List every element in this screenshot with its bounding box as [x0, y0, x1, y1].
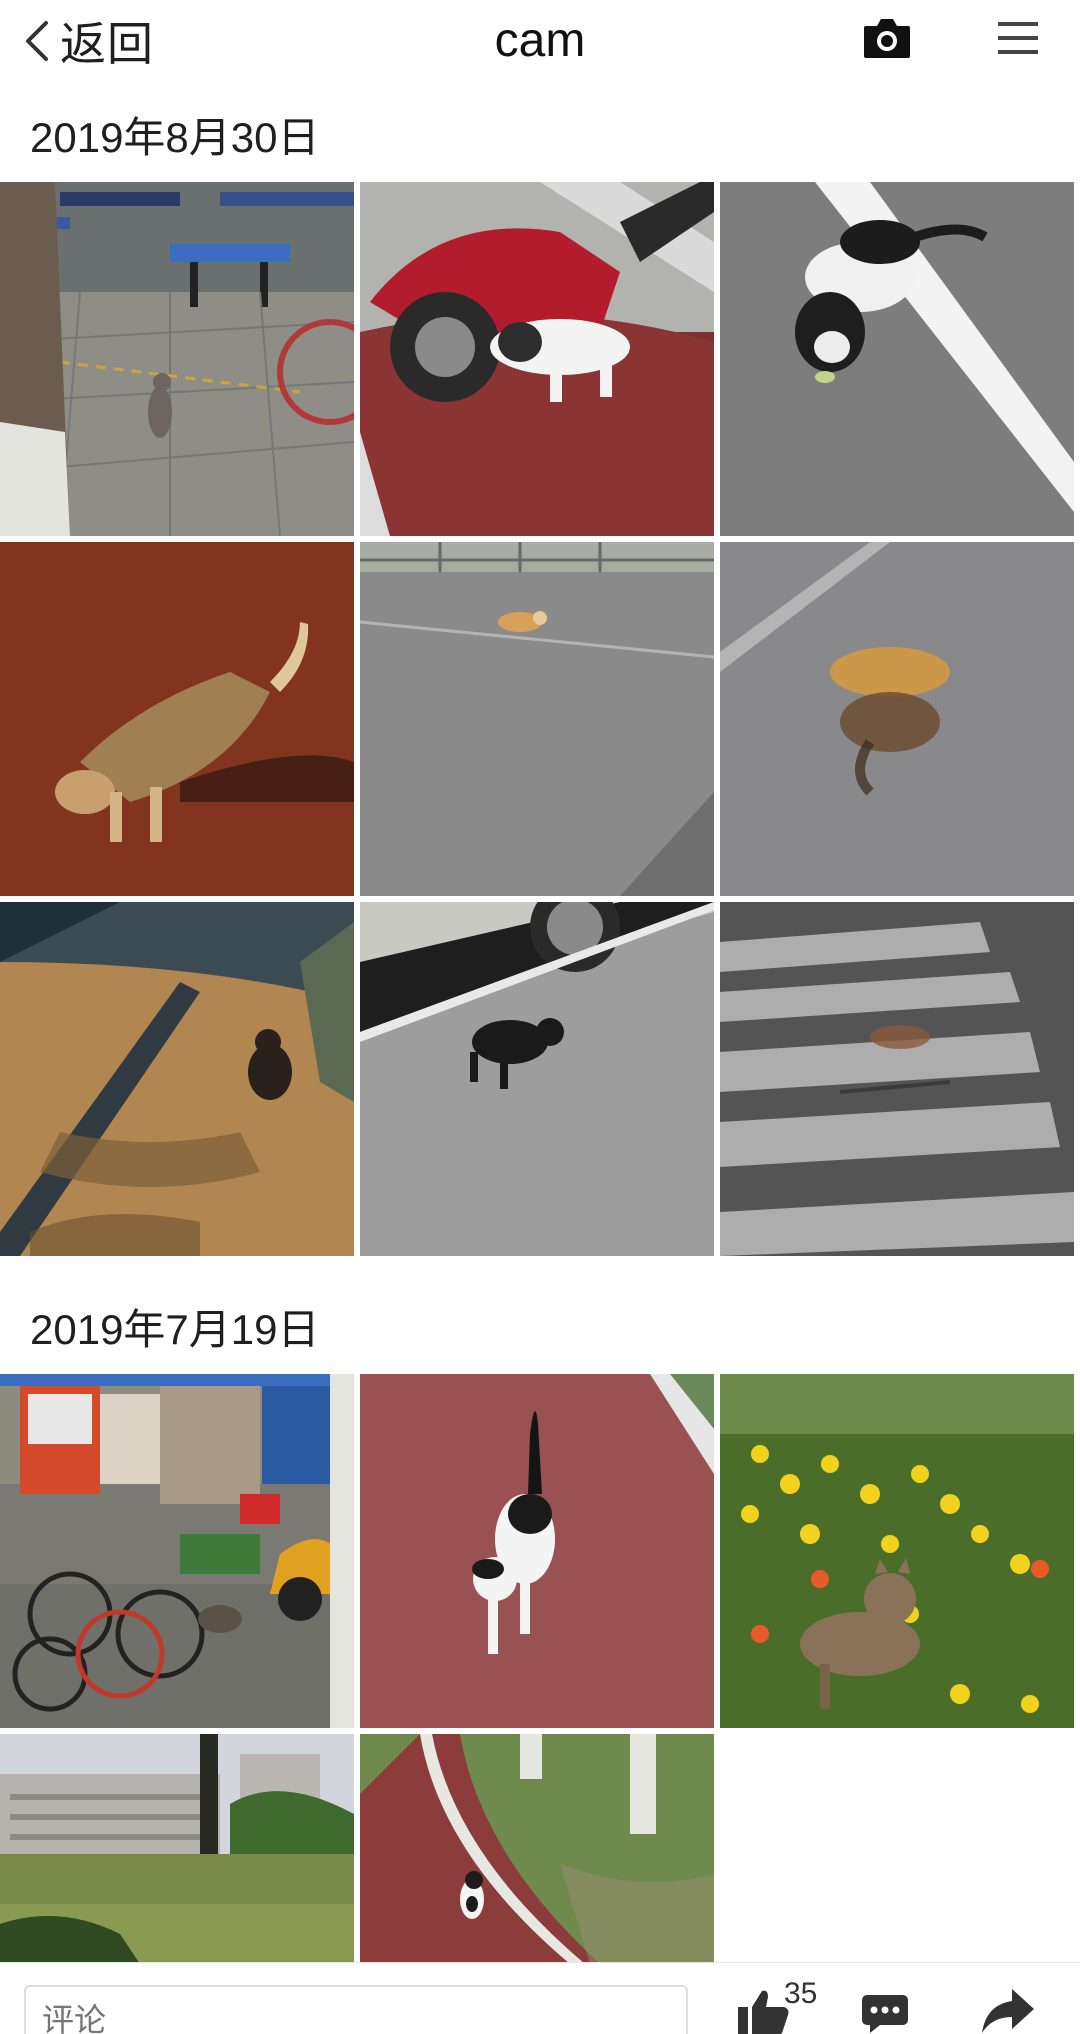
comment-input[interactable]: [24, 1985, 688, 2034]
cat-walking-on-red-ground-photo: [0, 542, 354, 896]
photo-tile[interactable]: [0, 1734, 354, 1964]
blurry-cat-on-road-photo: [720, 542, 1074, 896]
photo-tile[interactable]: [0, 902, 354, 1256]
photo-album-page: 返回 cam 2019年8月30日 2019年7月19日 评论 35: [0, 0, 1080, 2034]
black-white-cat-eating-photo: [720, 182, 1074, 536]
photo-tile[interactable]: [720, 1374, 1074, 1728]
photo-tile[interactable]: [720, 182, 1074, 536]
section-date-label: 2019年7月19日: [30, 1306, 320, 1353]
share-arrow-icon: [982, 1989, 1034, 2033]
camera-icon: [864, 19, 910, 58]
comment-bubble-icon: [862, 1995, 908, 2033]
cat-on-red-path-with-trees-photo: [360, 1734, 714, 1964]
camera-button[interactable]: [862, 16, 912, 66]
photo-tile[interactable]: [720, 902, 1074, 1256]
top-bar: 返回 cam: [0, 0, 1080, 82]
share-button[interactable]: [980, 1987, 1036, 2034]
photo-tile[interactable]: [360, 542, 714, 896]
black-cat-lying-near-car-photo: [360, 902, 714, 1256]
cat-in-flowers-photo: [720, 1374, 1074, 1728]
blurry-cat-on-crosswalk-photo: [720, 902, 1074, 1256]
hamburger-menu-icon: [998, 22, 1038, 54]
photo-tile[interactable]: [0, 542, 354, 896]
menu-button[interactable]: [996, 16, 1040, 64]
cat-near-picnic-tables-photo: [0, 182, 354, 536]
like-count: 35: [784, 1977, 818, 2010]
photo-tile[interactable]: [720, 542, 1074, 896]
bottom-action-bar: 35: [0, 1962, 1080, 2034]
campus-buildings-photo: [0, 1734, 354, 1964]
photo-tile[interactable]: [360, 182, 714, 536]
comment-button[interactable]: [860, 1993, 910, 2033]
cat-behind-red-scooter-photo: [360, 182, 714, 536]
photo-tile[interactable]: [360, 902, 714, 1256]
section-date-label: 2019年8月30日: [30, 114, 320, 161]
dark-street-cat-photo: [0, 902, 354, 1256]
bicycles-and-cat-photo: [0, 1374, 354, 1728]
cat-lying-on-road-photo: [360, 542, 714, 896]
photo-tile[interactable]: [360, 1734, 714, 1964]
photo-tile[interactable]: [0, 1374, 354, 1728]
black-white-cat-on-red-path-photo: [360, 1374, 714, 1728]
page-title: cam: [494, 14, 586, 67]
photo-tile[interactable]: [360, 1374, 714, 1728]
photo-tile[interactable]: [0, 182, 354, 536]
